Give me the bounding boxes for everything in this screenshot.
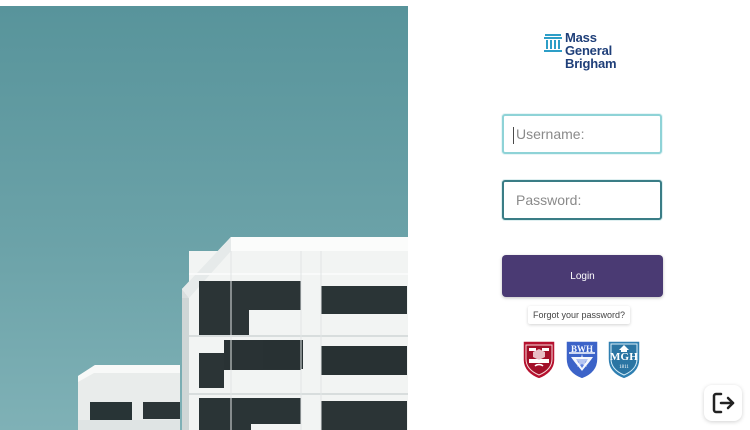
brand-name: Mass General Brigham: [565, 31, 617, 71]
text-caret: [513, 127, 514, 144]
password-input[interactable]: [514, 191, 660, 209]
bwh-label: BWH: [570, 344, 593, 354]
password-field[interactable]: [502, 180, 662, 220]
hero-image: [0, 6, 408, 430]
login-button[interactable]: Login: [502, 255, 663, 297]
mgh-shield-icon: MGH 1811: [606, 339, 642, 380]
sign-out-button[interactable]: [704, 385, 742, 421]
login-page: Mass General Brigham Login Forgot your p…: [0, 0, 750, 430]
mgh-label: MGH: [609, 351, 639, 363]
login-panel: Mass General Brigham Login Forgot your p…: [408, 0, 750, 430]
pillar-icon: [544, 34, 562, 52]
forgot-password-link[interactable]: Forgot your password?: [528, 306, 631, 324]
brand-line-3: Brigham: [565, 56, 617, 71]
bwh-shield-icon: BWH: [564, 339, 600, 380]
username-input[interactable]: [514, 125, 660, 143]
sign-out-icon: [712, 392, 735, 414]
brand-logo: Mass General Brigham: [544, 31, 634, 75]
building-illustration: [0, 6, 408, 430]
mgh-year: 1811: [619, 365, 629, 370]
harvard-shield-icon: [521, 339, 557, 380]
username-field[interactable]: [502, 114, 662, 154]
